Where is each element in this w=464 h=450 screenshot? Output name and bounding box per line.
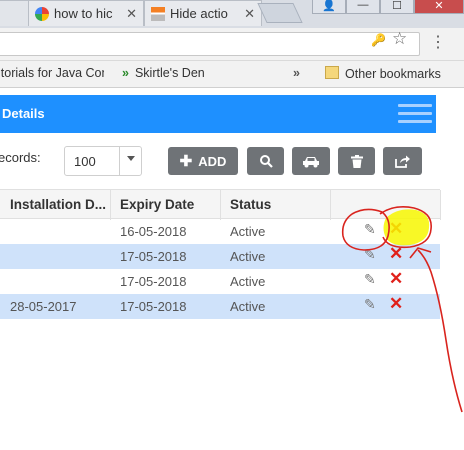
delete-x-icon[interactable]: ✕ bbox=[389, 244, 403, 264]
window-close-button[interactable]: ✕ bbox=[414, 0, 464, 14]
delete-x-icon[interactable]: ✕ bbox=[389, 219, 403, 239]
bookmark-label: Skirtle's Den bbox=[134, 66, 205, 80]
table-row[interactable]: 28-05-2017 17-05-2018 Active ✎ ✕ bbox=[0, 294, 440, 319]
status-cell: Active bbox=[230, 274, 266, 289]
installation-date-cell: 28-05-2017 bbox=[10, 299, 77, 314]
bookmark-skirtles-den[interactable]: » Skirtle's Den bbox=[122, 66, 205, 80]
table-row[interactable]: 17-05-2018 Active ✎ ✕ bbox=[0, 269, 440, 294]
records-per-page-value: 100 bbox=[74, 154, 96, 169]
bookmark-favicon-icon: » bbox=[122, 66, 129, 80]
data-table: Installation D... Expiry Date Status 16-… bbox=[0, 189, 441, 319]
table-row[interactable]: 16-05-2018 Active ✎ ✕ bbox=[0, 219, 440, 244]
plus-icon: ✚ bbox=[179, 153, 193, 170]
google-favicon-icon bbox=[35, 6, 49, 21]
edit-pencil-icon[interactable]: ✎ bbox=[364, 221, 376, 238]
browser-tab-strip: how to hic ✕ Hide actio ✕ 👤 — ☐ ✕ bbox=[0, 0, 464, 28]
page-title: Details bbox=[2, 106, 45, 121]
tab-title: Hide actio bbox=[170, 6, 228, 21]
share-icon bbox=[395, 155, 410, 168]
address-bar-area: 🔑 ☆ ⋮ bbox=[0, 28, 464, 61]
bookmark-java-tutorials[interactable]: itorials for Java Con bbox=[0, 66, 104, 80]
delete-x-icon[interactable]: ✕ bbox=[389, 294, 403, 314]
tab-close-icon[interactable]: ✕ bbox=[126, 6, 137, 22]
tab-close-icon[interactable]: ✕ bbox=[244, 6, 255, 22]
bookmarks-bar: itorials for Java Con » Skirtle's Den » O… bbox=[0, 61, 464, 88]
expiry-date-cell: 17-05-2018 bbox=[120, 249, 187, 264]
new-tab-button[interactable] bbox=[257, 3, 303, 23]
user-profile-icon[interactable]: 👤 bbox=[312, 0, 346, 14]
column-header-status[interactable]: Status bbox=[230, 197, 271, 212]
column-header-expiry-date[interactable]: Expiry Date bbox=[120, 197, 194, 212]
browser-menu-icon[interactable]: ⋮ bbox=[430, 32, 446, 52]
delete-button[interactable] bbox=[338, 147, 375, 175]
status-cell: Active bbox=[230, 224, 266, 239]
status-cell: Active bbox=[230, 299, 266, 314]
table-row[interactable]: 17-05-2018 Active ✎ ✕ bbox=[0, 244, 440, 269]
expiry-date-cell: 16-05-2018 bbox=[120, 224, 187, 239]
search-button[interactable] bbox=[247, 147, 284, 175]
column-header-installation-date[interactable]: Installation D... bbox=[10, 197, 110, 212]
tab-title: how to hic bbox=[54, 6, 113, 21]
records-per-page-label: ecords: bbox=[0, 150, 41, 165]
browser-tab-how-to-hide[interactable]: how to hic ✕ bbox=[28, 0, 144, 26]
expiry-date-cell: 17-05-2018 bbox=[120, 274, 187, 289]
edit-pencil-icon[interactable]: ✎ bbox=[364, 296, 376, 313]
maximize-button[interactable]: ☐ bbox=[380, 0, 414, 14]
vehicle-button[interactable] bbox=[292, 147, 330, 175]
caret-down-icon bbox=[127, 156, 135, 161]
bookmarks-overflow-chevron-icon[interactable]: » bbox=[293, 66, 300, 80]
add-button[interactable]: ✚ ADD bbox=[168, 147, 238, 175]
delete-x-icon[interactable]: ✕ bbox=[389, 269, 403, 289]
other-bookmarks-label: Other bookmarks bbox=[345, 67, 441, 81]
edit-pencil-icon[interactable]: ✎ bbox=[364, 271, 376, 288]
app-header: Details bbox=[0, 95, 436, 133]
folder-icon bbox=[325, 66, 339, 79]
stackoverflow-favicon-icon bbox=[151, 6, 165, 21]
browser-tab-hide-action[interactable]: Hide actio ✕ bbox=[144, 0, 262, 26]
add-button-label: ADD bbox=[198, 153, 227, 169]
other-bookmarks-folder[interactable]: Other bookmarks bbox=[325, 66, 441, 81]
export-button[interactable] bbox=[383, 147, 422, 175]
status-cell: Active bbox=[230, 249, 266, 264]
search-icon bbox=[259, 155, 273, 168]
edit-pencil-icon[interactable]: ✎ bbox=[364, 246, 376, 263]
table-header: Installation D... Expiry Date Status bbox=[0, 189, 441, 220]
records-per-page-select[interactable]: 100 bbox=[64, 146, 142, 176]
car-icon bbox=[303, 156, 319, 167]
trash-icon bbox=[350, 154, 363, 168]
url-input[interactable] bbox=[0, 32, 420, 56]
minimize-button[interactable]: — bbox=[346, 0, 380, 14]
hamburger-menu-icon[interactable] bbox=[398, 104, 432, 124]
bookmark-star-icon[interactable]: ☆ bbox=[392, 29, 407, 49]
key-icon[interactable]: 🔑 bbox=[371, 33, 386, 47]
expiry-date-cell: 17-05-2018 bbox=[120, 299, 187, 314]
